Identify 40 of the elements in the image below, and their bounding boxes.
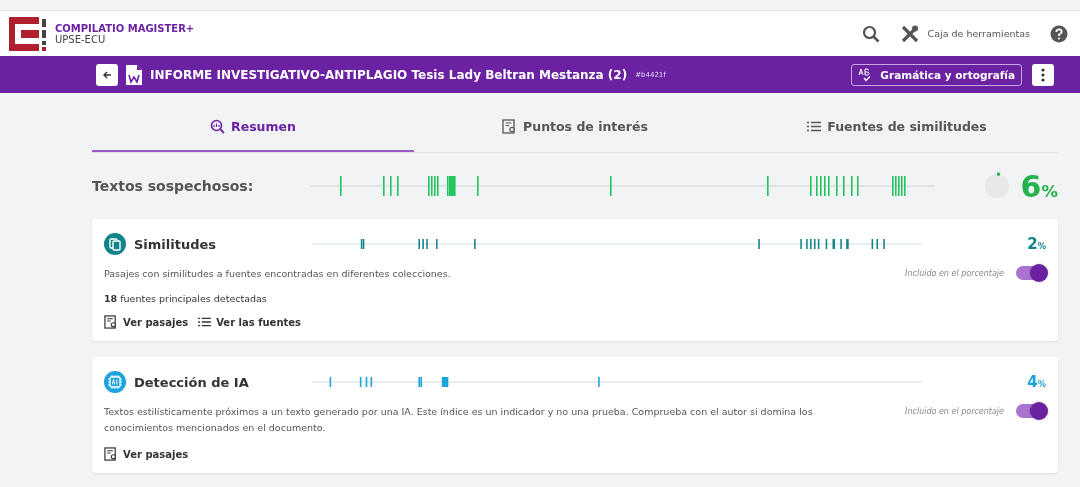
- document-title: INFORME INVESTIGATIVO-ANTIPLAGIO Tesis Lady Beltran Mestanza (2): [150, 67, 628, 82]
- included-label: Incluido en el porcentaje: [905, 406, 1004, 416]
- tab[interactable]: Fuentes de similitudes: [736, 119, 1058, 152]
- back-button[interactable]: [96, 63, 118, 86]
- include-toggle[interactable]: [1016, 266, 1046, 280]
- card-description: Textos estilísticamente próximos a un texto generado por una IA. Este índice es un indicador y no una prueba. Comprueba con el autor si domina los conocimientos mencionados en el documento.: [104, 405, 814, 435]
- document-search-icon: [104, 447, 118, 461]
- document-search-icon: [104, 315, 118, 329]
- card-link[interactable]: Ver las fuentes: [198, 315, 302, 329]
- tools-icon: [899, 24, 920, 43]
- total-percentage: 6%: [1020, 168, 1058, 204]
- included-label: Incluido en el porcentaje: [905, 268, 1004, 278]
- toolbox-button[interactable]: Caja de herramientas: [899, 24, 1030, 43]
- card-link[interactable]: Ver pasajes: [104, 447, 189, 461]
- tab[interactable]: Puntos de interés: [414, 119, 736, 152]
- card-link[interactable]: Ver pasajes: [104, 315, 189, 329]
- card-title: Similitudes: [134, 236, 217, 252]
- tab[interactable]: Resumen: [92, 119, 414, 152]
- help-icon[interactable]: [1050, 24, 1068, 43]
- search-icon[interactable]: [861, 24, 880, 43]
- sources-detected-text: 18 fuentes principales detectadas: [104, 293, 268, 304]
- organization-name: UPSE-ECU: [55, 33, 107, 45]
- suspicious-texts-label: Textos sospechosos:: [92, 178, 255, 194]
- magnifier-icon: [210, 119, 226, 134]
- document-search-icon: [502, 119, 518, 134]
- more-button[interactable]: [1032, 63, 1054, 86]
- include-toggle[interactable]: [1016, 404, 1046, 418]
- more-icon: [1041, 67, 1045, 82]
- list-icon: [198, 317, 212, 327]
- list-icon: [807, 121, 822, 132]
- word-document-icon: [126, 64, 142, 85]
- card-percentage: 2%: [1027, 235, 1046, 253]
- back-arrow-icon: [102, 69, 112, 80]
- score-gauge-icon: [982, 172, 1011, 200]
- card-description: Pasajes con similitudes a fuentes encontradas en diferentes colecciones.: [104, 267, 451, 281]
- grammar-button[interactable]: Gramática y ortografía: [851, 63, 1022, 86]
- logo-icon: [9, 16, 47, 51]
- product-name: COMPILATIO MAGISTER+: [55, 22, 195, 34]
- card-title: Detección de IA: [134, 374, 249, 390]
- card-percentage: 4%: [1027, 373, 1046, 391]
